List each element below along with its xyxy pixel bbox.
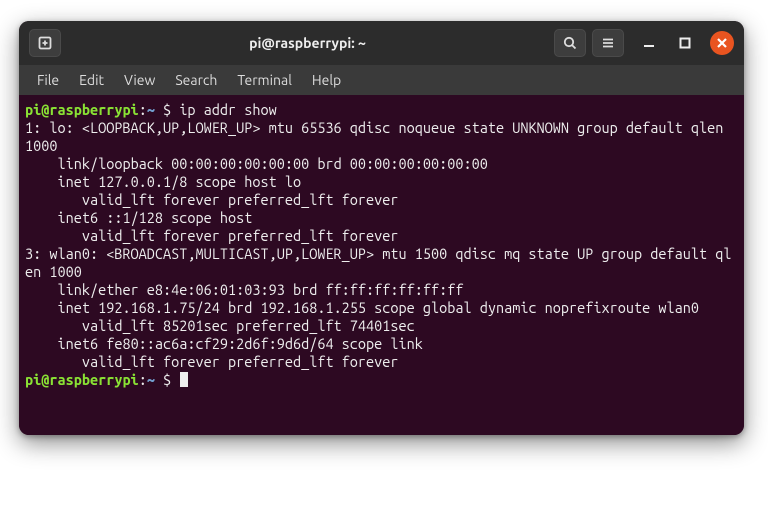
close-icon [717, 38, 727, 48]
menu-file[interactable]: File [27, 68, 69, 92]
prompt-colon: : [139, 101, 147, 118]
prompt-colon-2: : [139, 371, 147, 388]
prompt-path-2: ~ [147, 371, 155, 388]
hamburger-icon [600, 35, 616, 51]
search-button[interactable] [554, 29, 586, 57]
hamburger-menu-button[interactable] [592, 29, 624, 57]
prompt-user: pi@raspberrypi [25, 101, 139, 118]
terminal-window: pi@raspberrypi: ~ [19, 21, 744, 435]
window-controls [638, 31, 734, 55]
terminal-body[interactable]: pi@raspberrypi:~ $ ip addr show 1: lo: <… [19, 95, 744, 435]
command-output: 1: lo: <LOOPBACK,UP,LOWER_UP> mtu 65536 … [25, 119, 731, 370]
cursor [180, 372, 188, 387]
window-title: pi@raspberrypi: ~ [67, 35, 548, 51]
menu-view[interactable]: View [114, 68, 165, 92]
prompt-user-2: pi@raspberrypi [25, 371, 139, 388]
menu-edit[interactable]: Edit [69, 68, 114, 92]
menu-help[interactable]: Help [302, 68, 351, 92]
minimize-button[interactable] [638, 32, 660, 54]
search-icon [562, 35, 578, 51]
menubar: File Edit View Search Terminal Help [19, 65, 744, 95]
prompt-dollar-2: $ [155, 371, 179, 388]
minimize-icon [643, 37, 655, 49]
new-tab-icon [37, 35, 53, 51]
maximize-button[interactable] [674, 32, 696, 54]
menu-search[interactable]: Search [165, 68, 227, 92]
prompt-path: ~ [147, 101, 155, 118]
menu-terminal[interactable]: Terminal [227, 68, 302, 92]
command-text: ip addr show [179, 101, 276, 118]
close-button[interactable] [710, 31, 734, 55]
prompt-dollar: $ [155, 101, 179, 118]
new-tab-button[interactable] [29, 29, 61, 57]
maximize-icon [679, 37, 691, 49]
titlebar[interactable]: pi@raspberrypi: ~ [19, 21, 744, 65]
